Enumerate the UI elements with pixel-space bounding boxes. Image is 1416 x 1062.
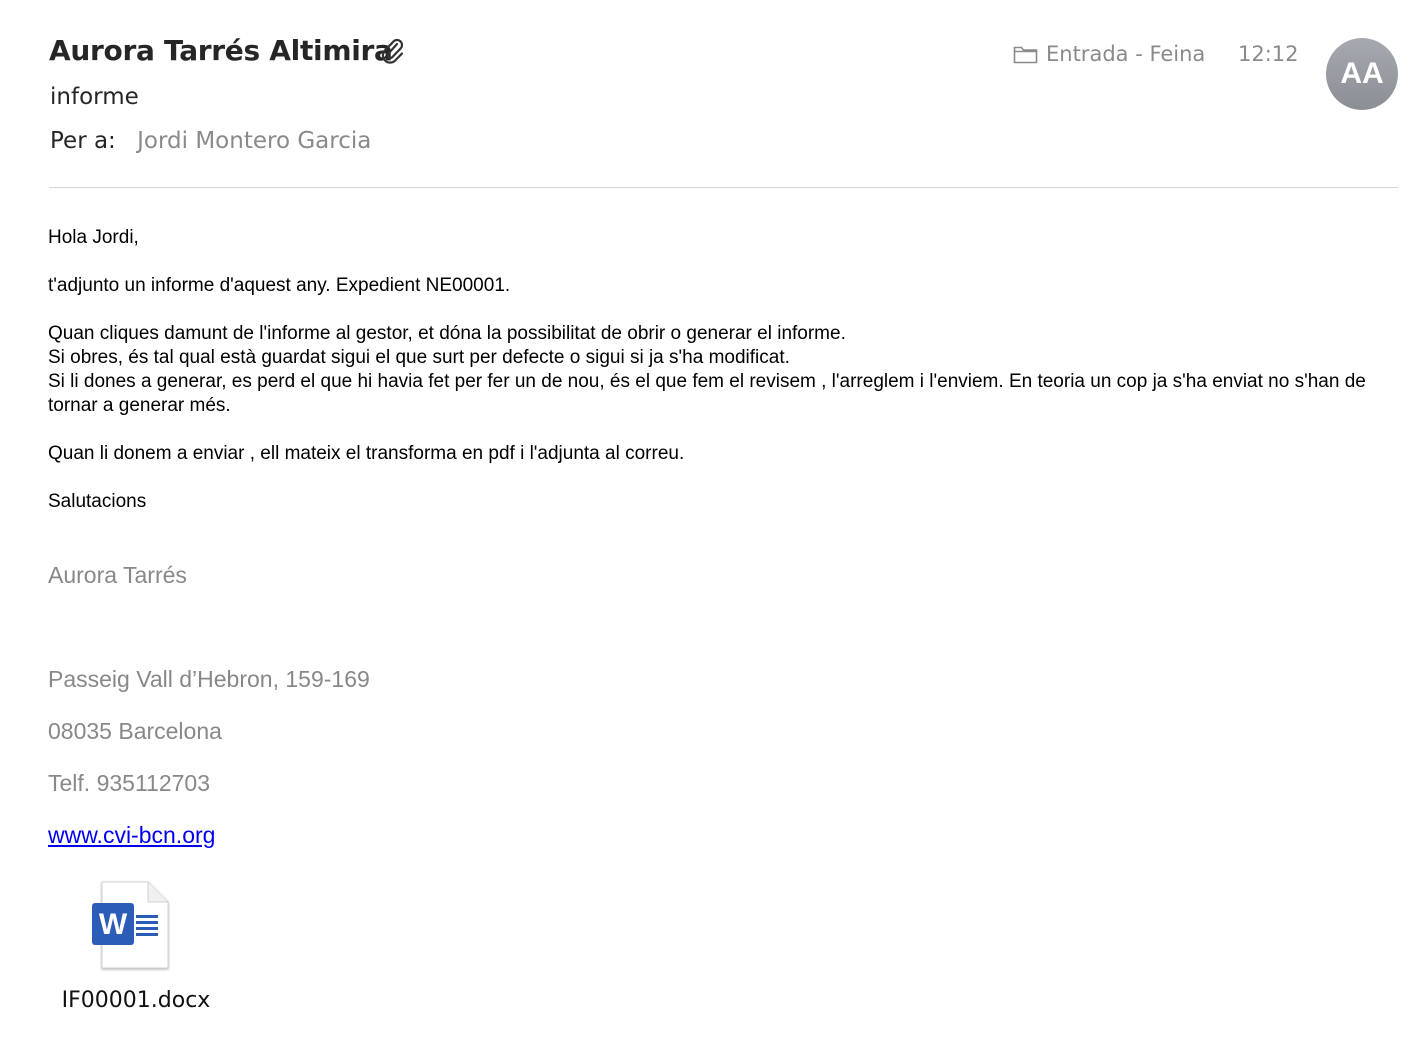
attachment-filename: IF00001.docx	[61, 988, 211, 1013]
signature-phone: Telf. 935112703	[48, 770, 210, 796]
sender-name[interactable]: Aurora Tarrés Altimira	[49, 34, 393, 67]
sender-avatar[interactable]: AA	[1326, 38, 1398, 110]
signature-address: Passeig Vall d’Hebron, 159-169	[48, 666, 370, 692]
paperclip-icon[interactable]	[380, 37, 406, 65]
message-body: Hola Jordi, t'adjunto un informe d'aques…	[48, 226, 1388, 514]
header-divider	[49, 187, 1398, 188]
to-label: Per a:	[50, 128, 116, 154]
body-paragraph: Quan li donem a enviar , ell mateix el t…	[48, 443, 685, 464]
website-link[interactable]: www.cvi-bcn.org	[48, 822, 215, 848]
body-greeting: Hola Jordi,	[48, 227, 139, 248]
message-header: Aurora Tarrés Altimira informe Per a: Jo…	[0, 0, 1416, 190]
svg-text:W: W	[99, 908, 128, 941]
signature-city: 08035 Barcelona	[48, 718, 222, 744]
word-document-icon: W	[92, 881, 169, 969]
body-line: Si li dones a generar, es perd el que hi…	[48, 371, 1366, 416]
body-line: Quan cliques damunt de l'informe al gest…	[48, 323, 846, 344]
signature-name: Aurora Tarrés	[48, 562, 187, 588]
folder-icon	[1013, 46, 1038, 64]
signature-website: www.cvi-bcn.org	[48, 822, 215, 849]
email-subject: informe	[50, 84, 139, 110]
body-paragraph: t'adjunto un informe d'aquest any. Exped…	[48, 275, 511, 296]
recipient-name[interactable]: Jordi Montero Garcia	[137, 128, 371, 154]
recipient-row: Per a: Jordi Montero Garcia	[50, 128, 371, 154]
body-closing: Salutacions	[48, 491, 147, 512]
folder-label: Entrada - Feina	[1046, 42, 1206, 66]
mailbox-folder[interactable]: Entrada - Feina	[1013, 42, 1205, 66]
body-line: Si obres, és tal qual està guardat sigui…	[48, 347, 790, 368]
message-time: 12:12	[1238, 42, 1299, 66]
